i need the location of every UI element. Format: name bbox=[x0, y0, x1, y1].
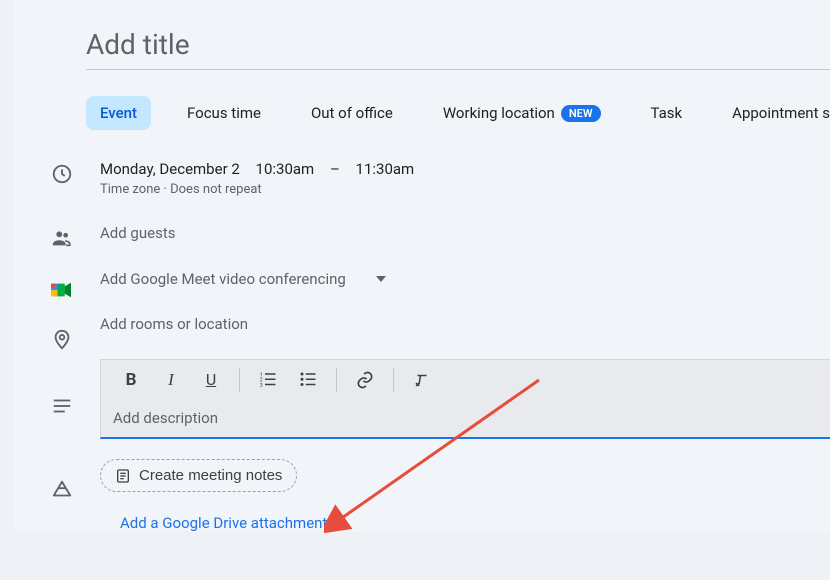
bold-button[interactable]: B bbox=[113, 364, 149, 396]
meet-dropdown-icon[interactable] bbox=[376, 276, 386, 282]
add-guests-button[interactable]: Add guests bbox=[100, 224, 175, 242]
underline-button[interactable]: U bbox=[193, 364, 229, 396]
event-date: Monday, December 2 bbox=[100, 160, 240, 178]
tab-appointment-schedule[interactable]: Appointment s bbox=[718, 96, 830, 130]
add-location-button[interactable]: Add rooms or location bbox=[100, 315, 248, 333]
datetime-row[interactable]: Monday, December 2 10:30am – 11:30am Tim… bbox=[100, 160, 830, 197]
tab-focus-time[interactable]: Focus time bbox=[173, 96, 275, 130]
tab-event[interactable]: Event bbox=[86, 96, 151, 130]
event-start-time: 10:30am bbox=[256, 160, 315, 178]
italic-button[interactable]: I bbox=[153, 364, 189, 396]
location-icon bbox=[50, 328, 74, 352]
drive-icon bbox=[50, 478, 74, 502]
add-meet-button[interactable]: Add Google Meet video conferencing bbox=[100, 270, 346, 288]
numbered-list-button[interactable]: 123 bbox=[250, 364, 286, 396]
tab-out-of-office[interactable]: Out of office bbox=[297, 96, 407, 130]
timezone-recurrence: Time zone · Does not repeat bbox=[100, 182, 830, 197]
tab-working-location[interactable]: Working location NEW bbox=[429, 96, 615, 130]
link-button[interactable] bbox=[347, 364, 383, 396]
new-badge: NEW bbox=[561, 105, 601, 122]
description-toolbar: B I U 123 bbox=[100, 359, 830, 399]
event-type-tabs: Event Focus time Out of office Working l… bbox=[86, 96, 830, 130]
clock-icon bbox=[50, 162, 74, 186]
description-icon bbox=[50, 394, 74, 418]
document-icon bbox=[115, 468, 131, 484]
description-input[interactable] bbox=[100, 399, 830, 439]
svg-text:3: 3 bbox=[260, 382, 263, 388]
event-end-time: 11:30am bbox=[356, 160, 415, 178]
add-drive-attachment-link[interactable]: Add a Google Drive attachment bbox=[120, 514, 327, 532]
tab-task[interactable]: Task bbox=[637, 96, 697, 130]
google-meet-icon bbox=[50, 278, 74, 302]
people-icon bbox=[50, 226, 74, 250]
create-meeting-notes-button[interactable]: Create meeting notes bbox=[100, 459, 297, 492]
clear-formatting-button[interactable] bbox=[404, 364, 440, 396]
bulleted-list-button[interactable] bbox=[290, 364, 326, 396]
event-title-input[interactable] bbox=[86, 0, 830, 70]
